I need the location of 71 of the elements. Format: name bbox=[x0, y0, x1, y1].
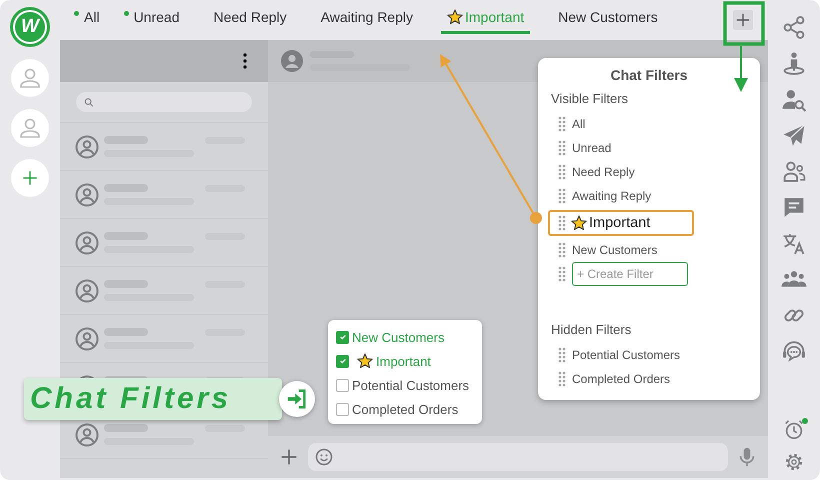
person-pin-icon[interactable] bbox=[781, 51, 807, 76]
drag-handle-icon[interactable] bbox=[558, 242, 566, 258]
drag-handle-icon[interactable] bbox=[558, 140, 566, 156]
checkbox[interactable] bbox=[336, 354, 349, 368]
section-heading: Hidden Filters bbox=[551, 322, 632, 337]
contact-avatar-icon bbox=[75, 326, 99, 350]
drag-handle-icon[interactable] bbox=[558, 164, 566, 180]
highlight-frame bbox=[723, 1, 765, 46]
filter-tab[interactable]: All bbox=[78, 0, 106, 34]
add-filter-button[interactable] bbox=[733, 10, 753, 30]
star-icon bbox=[571, 215, 587, 231]
alarm-clock-icon[interactable] bbox=[783, 419, 805, 441]
section-heading: Visible Filters bbox=[551, 91, 630, 106]
feature-banner: Chat Filters bbox=[24, 378, 282, 420]
share-icon[interactable] bbox=[781, 15, 807, 40]
filter-tab[interactable]: Need Reply bbox=[207, 0, 293, 34]
drag-handle-icon[interactable] bbox=[558, 371, 566, 387]
users-icon[interactable] bbox=[781, 159, 807, 184]
contact-avatar-icon bbox=[75, 182, 99, 206]
filter-item[interactable]: Completed Orders bbox=[558, 369, 688, 389]
app-logo: W bbox=[10, 7, 50, 47]
checkbox-label: Completed Orders bbox=[352, 402, 458, 416]
settings-icon[interactable] bbox=[784, 452, 804, 472]
filter-item[interactable]: Potential Customers bbox=[558, 345, 688, 365]
plus-icon bbox=[21, 169, 39, 187]
checkbox[interactable] bbox=[336, 402, 349, 416]
checkbox-label: New Customers bbox=[352, 330, 444, 344]
translate-icon[interactable] bbox=[781, 231, 807, 256]
star-icon bbox=[447, 8, 463, 24]
drag-handle-icon[interactable] bbox=[558, 188, 566, 204]
user-search-icon[interactable] bbox=[781, 87, 807, 112]
filter-tab[interactable]: Awaiting Reply bbox=[314, 0, 419, 34]
checkbox-label: Potential Customers bbox=[352, 378, 470, 392]
filter-item[interactable]: Unread bbox=[558, 138, 688, 158]
contact-avatar-icon bbox=[75, 278, 99, 302]
checkbox[interactable] bbox=[336, 378, 349, 392]
account-avatar[interactable] bbox=[11, 59, 49, 97]
placeholder-bar bbox=[104, 424, 148, 432]
contact-avatar-icon bbox=[75, 230, 99, 254]
account-avatar[interactable] bbox=[11, 109, 49, 147]
highlighted-filter-item[interactable]: Important bbox=[548, 210, 694, 236]
annotation-arrow bbox=[734, 46, 748, 92]
popup-title: Chat Filters bbox=[609, 67, 688, 83]
checkbox-label: Important bbox=[376, 354, 431, 368]
headset-chat-icon[interactable] bbox=[781, 339, 807, 364]
check-icon bbox=[338, 333, 346, 341]
search-field[interactable] bbox=[76, 92, 252, 112]
drag-handle-icon[interactable] bbox=[558, 347, 566, 363]
filter-tab[interactable]: Unread bbox=[128, 0, 186, 34]
add-account-button[interactable] bbox=[11, 159, 49, 197]
contact-avatar-icon bbox=[75, 134, 99, 158]
create-filter-field[interactable]: + Create Filter bbox=[572, 262, 688, 286]
emoji-icon[interactable] bbox=[314, 447, 334, 467]
message-field[interactable] bbox=[308, 443, 728, 471]
filter-item[interactable]: Awaiting Reply bbox=[558, 186, 688, 206]
drag-handle-icon[interactable] bbox=[558, 266, 566, 282]
search-icon bbox=[84, 96, 94, 108]
more-menu-icon[interactable] bbox=[242, 53, 248, 69]
check-icon bbox=[338, 357, 346, 365]
star-icon bbox=[357, 353, 373, 369]
contact-avatar-icon bbox=[75, 422, 99, 446]
filter-item[interactable]: Need Reply bbox=[558, 162, 688, 182]
drag-handle-icon[interactable] bbox=[558, 116, 566, 132]
plus-icon bbox=[736, 13, 750, 27]
filter-tab[interactable]: New Customers bbox=[552, 0, 664, 34]
drag-handle-icon[interactable] bbox=[558, 215, 566, 231]
filter-item[interactable]: New Customers bbox=[558, 240, 688, 260]
checkbox[interactable] bbox=[336, 330, 349, 344]
send-icon[interactable] bbox=[781, 123, 807, 148]
filter-item[interactable]: All bbox=[558, 114, 688, 134]
contact-avatar-icon bbox=[280, 49, 304, 73]
